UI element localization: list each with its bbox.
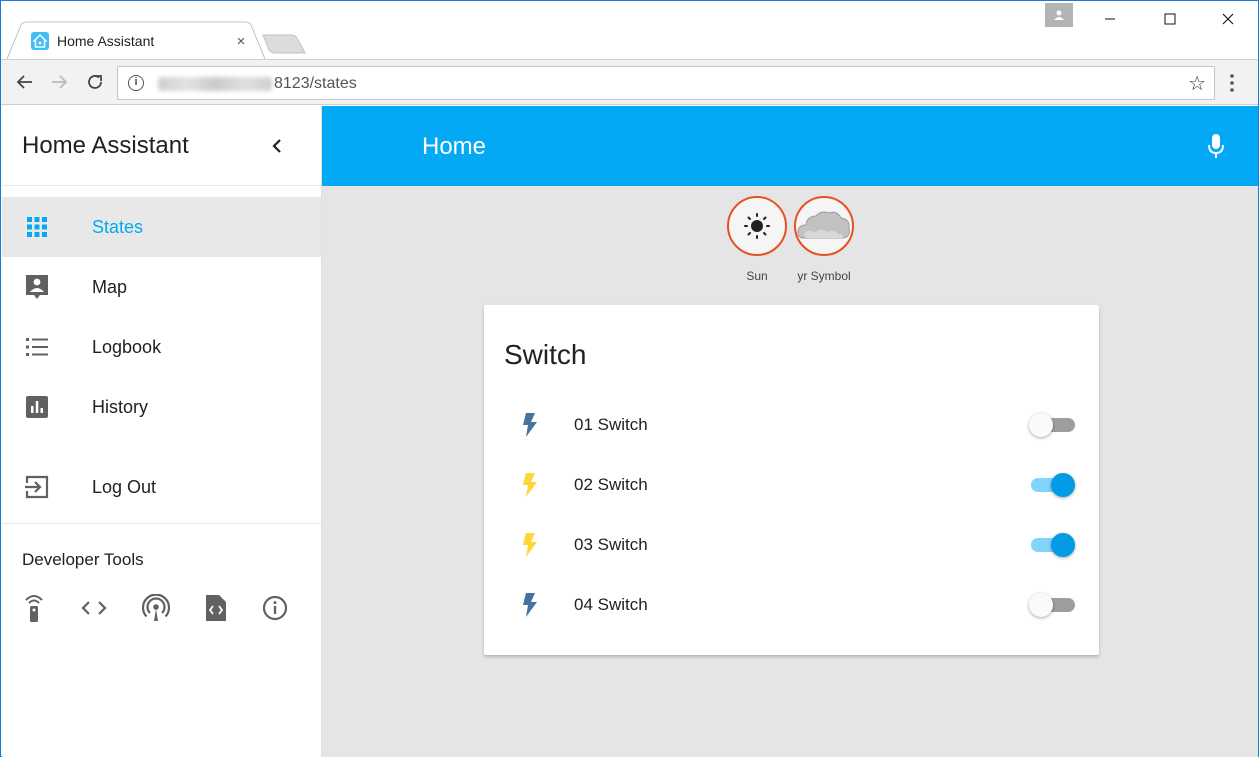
home-assistant-favicon-icon — [31, 32, 49, 50]
logout-icon — [23, 473, 51, 501]
more-vert-icon — [1230, 74, 1234, 92]
sidebar: Home Assistant States Map Logbook Histor… — [2, 106, 322, 757]
minimize-icon — [1105, 18, 1115, 20]
sidebar-item-logbook[interactable]: Logbook — [2, 317, 321, 377]
main-content: Home Sun yr Symbol Switch 01 Switch 02 S… — [322, 106, 1258, 757]
sun-icon — [744, 213, 770, 239]
address-bar[interactable]: i 8123/states ☆ — [117, 66, 1215, 100]
badge-yr-symbol[interactable]: yr Symbol — [789, 196, 859, 283]
flash-icon — [510, 585, 550, 625]
toggle-04-switch[interactable] — [1029, 593, 1077, 617]
badge-sun[interactable]: Sun — [722, 196, 792, 283]
sidebar-item-label: History — [92, 396, 149, 417]
nav-gap — [2, 437, 321, 457]
sidebar-item-states[interactable]: States — [2, 197, 321, 257]
list-icon — [23, 333, 51, 361]
entity-name: 04 Switch — [574, 595, 648, 614]
forward-button[interactable] — [47, 70, 71, 94]
reload-button[interactable] — [83, 70, 107, 94]
maximize-icon — [1164, 13, 1176, 25]
flash-icon — [510, 405, 550, 445]
card-title: Switch — [504, 339, 587, 370]
sidebar-header: Home Assistant — [2, 106, 321, 186]
entity-row-01-switch[interactable]: 01 Switch — [484, 395, 1099, 455]
template-file-icon[interactable] — [205, 592, 227, 624]
broadcast-icon[interactable] — [142, 592, 170, 624]
entity-name: 02 Switch — [574, 475, 648, 494]
voice-command-button[interactable] — [1202, 132, 1230, 160]
toggle-knob — [1051, 473, 1075, 497]
toggle-knob — [1029, 413, 1053, 437]
sidebar-item-label: States — [92, 216, 144, 237]
close-window-button[interactable] — [1205, 3, 1251, 35]
close-icon — [1222, 13, 1234, 25]
collapse-sidebar-button[interactable] — [257, 126, 297, 166]
grid-icon — [23, 213, 51, 241]
bookmark-star-icon[interactable]: ☆ — [1188, 71, 1206, 96]
blurred-host — [158, 77, 272, 91]
badge-label: yr Symbol — [797, 269, 851, 283]
arrow-right-icon — [52, 75, 68, 89]
toggle-knob — [1051, 533, 1075, 557]
nav-list: States Map Logbook History Log Out — [2, 197, 321, 517]
entity-row-04-switch[interactable]: 04 Switch — [484, 575, 1099, 635]
chart-icon — [23, 393, 51, 421]
browser-menu-button[interactable] — [1229, 74, 1235, 97]
flash-icon — [510, 465, 550, 505]
developer-tools-title: Developer Tools — [22, 550, 144, 569]
badge-label: Sun — [746, 269, 768, 283]
tab-title: Home Assistant — [57, 33, 155, 49]
browser-toolbar: i 8123/states ☆ — [1, 59, 1258, 105]
sidebar-item-history[interactable]: History — [2, 377, 321, 437]
app-header: Home — [322, 106, 1258, 186]
minimize-button[interactable] — [1087, 3, 1133, 35]
cloud-icon — [797, 211, 850, 239]
browser-window: Home Assistant × i 8123/states ☆ Home As… — [0, 0, 1259, 757]
arrow-left-icon — [16, 75, 32, 89]
person-icon — [1054, 10, 1064, 20]
sidebar-item-logout[interactable]: Log Out — [2, 457, 321, 517]
switch-card: Switch 01 Switch 02 Switch 03 Switch 04 … — [484, 305, 1099, 655]
toggle-03-switch[interactable] — [1029, 533, 1077, 557]
entity-row-02-switch[interactable]: 02 Switch — [484, 455, 1099, 515]
tab-close-button[interactable]: × — [231, 33, 251, 50]
entity-name: 01 Switch — [574, 415, 648, 434]
sidebar-item-label: Logbook — [92, 336, 162, 357]
remote-icon[interactable] — [22, 592, 46, 624]
chevron-left-icon — [272, 138, 281, 153]
badges-row: Sun yr Symbol — [722, 196, 856, 283]
toggle-knob — [1029, 593, 1053, 617]
reload-icon — [88, 75, 102, 89]
url-text: 8123/states — [274, 75, 357, 92]
microphone-icon — [1208, 134, 1224, 158]
flash-icon — [510, 525, 550, 565]
sidebar-title: Home Assistant — [22, 131, 189, 159]
sidebar-item-label: Map — [92, 276, 128, 297]
entity-name: 03 Switch — [574, 535, 648, 554]
sidebar-item-map[interactable]: Map — [2, 257, 321, 317]
info-icon[interactable] — [262, 592, 288, 624]
map-pin-icon — [23, 273, 51, 301]
sidebar-item-label: Log Out — [92, 476, 157, 497]
developer-tools-row — [2, 592, 321, 624]
maximize-button[interactable] — [1147, 3, 1193, 35]
toggle-01-switch[interactable] — [1029, 413, 1077, 437]
back-button[interactable] — [13, 70, 37, 94]
profile-button[interactable] — [1045, 3, 1073, 27]
entity-row-03-switch[interactable]: 03 Switch — [484, 515, 1099, 575]
badge-circle — [727, 196, 787, 256]
title-bar: Home Assistant × — [1, 1, 1258, 60]
badge-circle — [794, 196, 854, 256]
browser-tab[interactable]: Home Assistant × — [19, 23, 255, 59]
page-title: Home — [422, 133, 487, 160]
code-icon[interactable] — [81, 592, 107, 624]
info-icon[interactable]: i — [128, 75, 144, 91]
toggle-02-switch[interactable] — [1029, 473, 1077, 497]
